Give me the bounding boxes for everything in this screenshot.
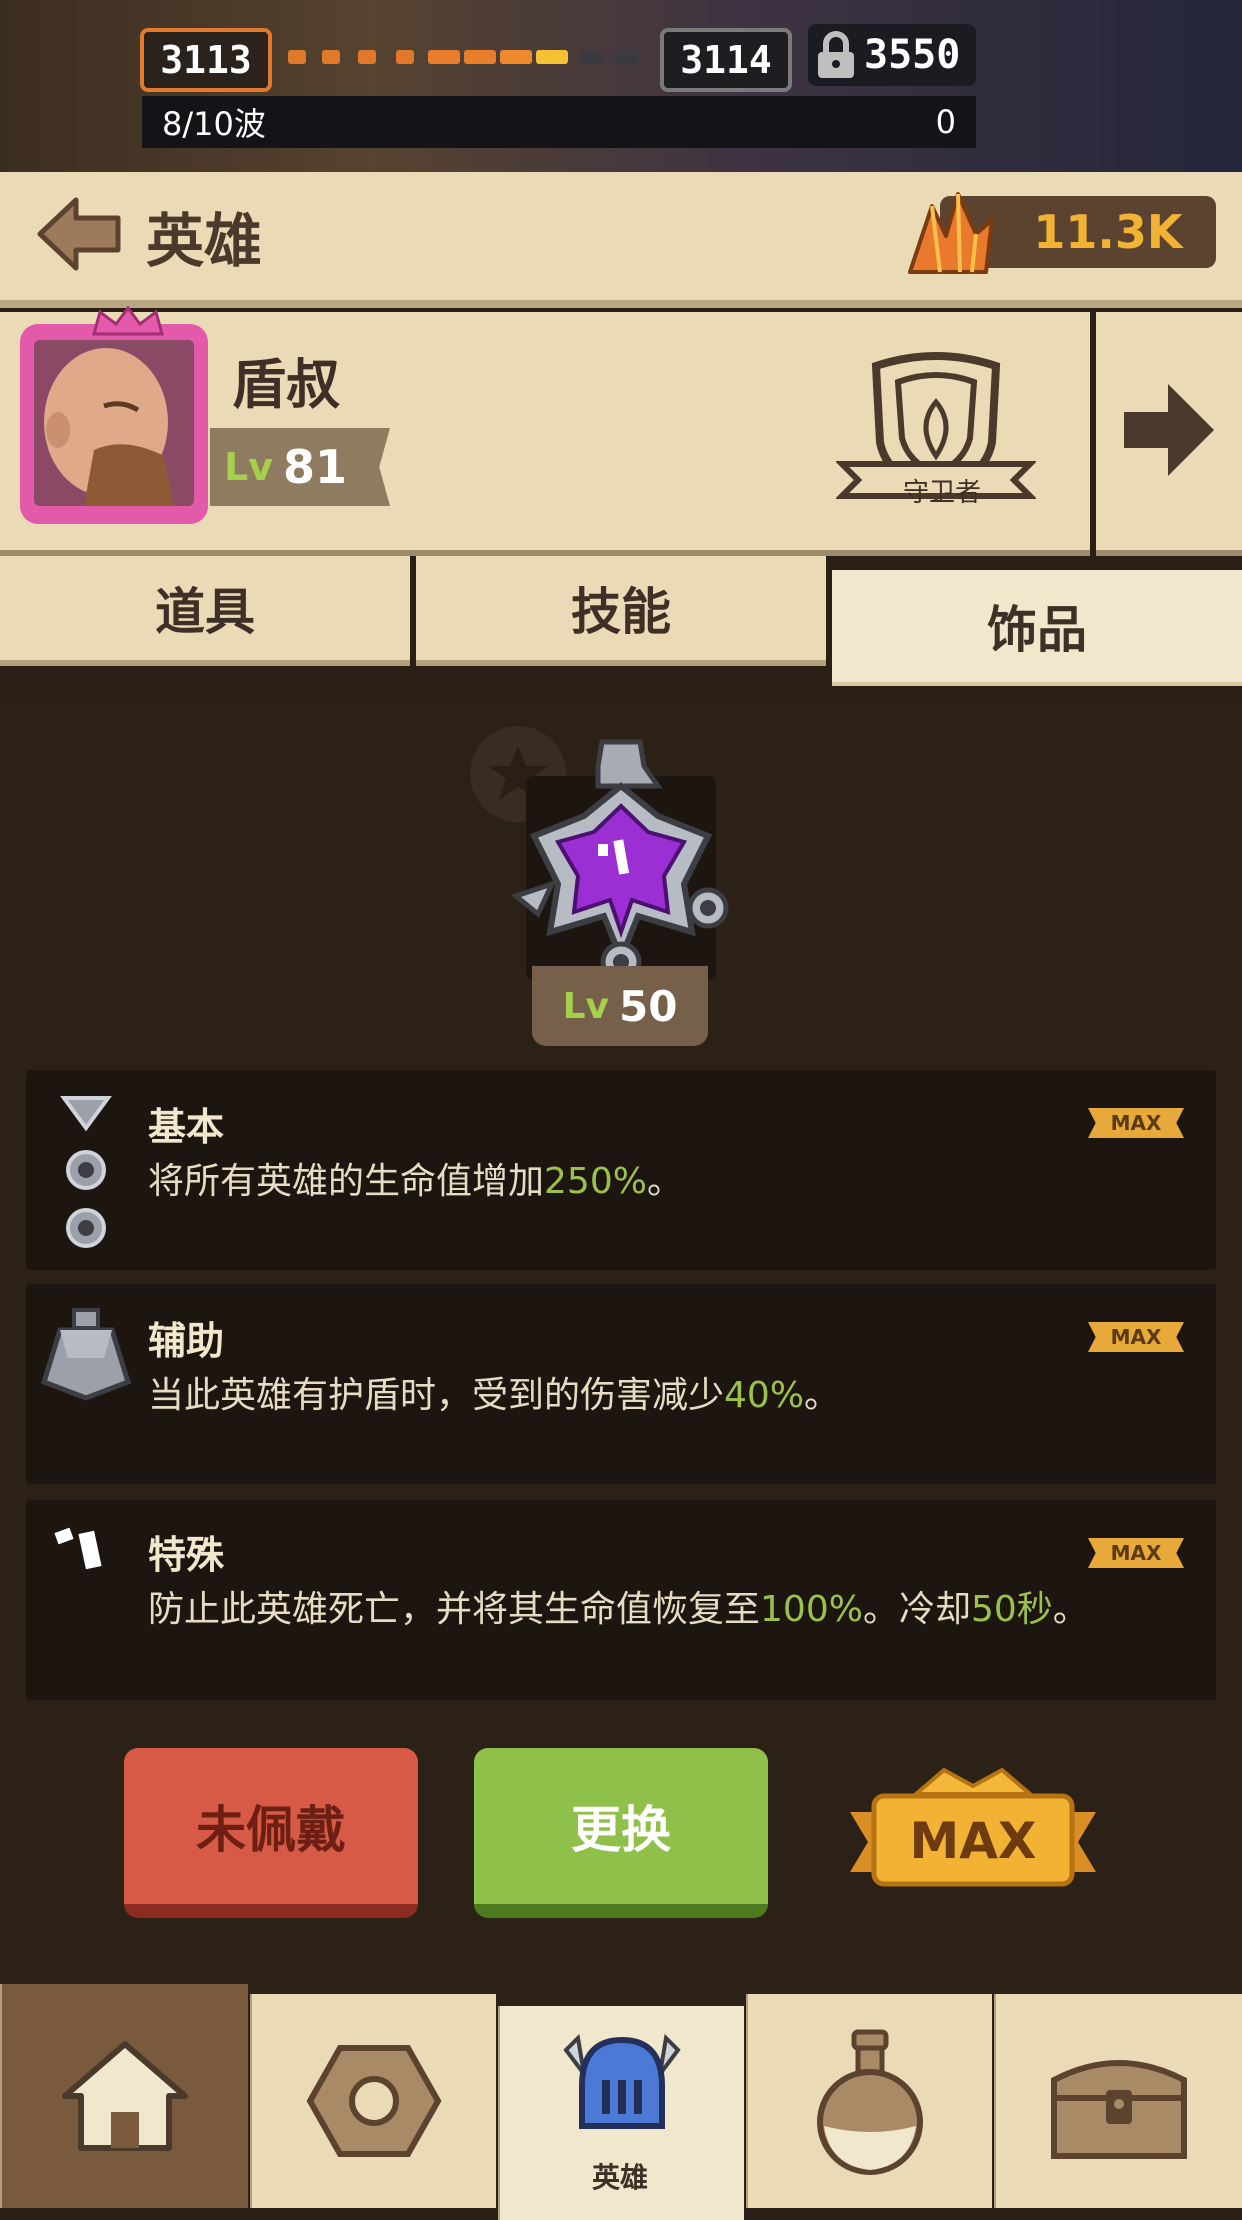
- current-stage: 3113: [140, 28, 272, 92]
- wave-right-value: 0: [935, 103, 956, 141]
- home-icon: [62, 2041, 188, 2151]
- nav-hero-label: 英雄: [591, 2161, 648, 2194]
- max-badge: MAX: [1088, 1538, 1184, 1568]
- hero-name: 盾叔: [232, 353, 340, 416]
- desc-value: 50秒: [970, 1589, 1053, 1630]
- slot-title: 特殊: [148, 1533, 225, 1577]
- max-badge: MAX: [1088, 1322, 1184, 1352]
- nav-home[interactable]: [0, 1984, 248, 2208]
- crystal-currency-icon: [902, 186, 998, 282]
- role-label: 守卫者: [902, 478, 981, 508]
- back-arrow-icon: [37, 197, 121, 271]
- desc-text: 防止此英雄死亡，并将其生命值恢复至: [148, 1589, 761, 1630]
- slot-description: 将所有英雄的生命值增加250%。: [148, 1152, 683, 1204]
- nav-potion[interactable]: [746, 1994, 992, 2208]
- weight-gem-icon: [40, 1306, 132, 1402]
- stage-progress-segment: [464, 50, 496, 64]
- max-badge: MAX: [1088, 1108, 1184, 1138]
- treasure-chest-icon: [1051, 2060, 1187, 2159]
- unequipped-button[interactable]: 未佩戴: [124, 1748, 418, 1918]
- stage-progress-segment: [428, 50, 460, 64]
- basic-socket-icons: [56, 1094, 116, 1254]
- next-stage: 3114: [660, 28, 792, 92]
- desc-value: 250%: [544, 1161, 647, 1202]
- slot-description: 当此英雄有护盾时，受到的伤害减少40%。: [148, 1366, 840, 1418]
- next-arrow-icon: [1124, 384, 1214, 476]
- desc-text: 。: [646, 1161, 683, 1202]
- hero-level: 81: [282, 440, 347, 494]
- desc-text: 。: [804, 1375, 841, 1416]
- tab-items[interactable]: 道具: [0, 556, 410, 666]
- desc-text: 将所有英雄的生命值增加: [148, 1161, 545, 1202]
- wave-info: 8/10波 0: [142, 96, 976, 148]
- stage-progress-segment: [580, 50, 604, 64]
- crown-icon: [90, 305, 166, 336]
- replace-button[interactable]: 更换: [474, 1748, 768, 1918]
- hero-avatar: [34, 340, 194, 506]
- potion-icon: [817, 2029, 923, 2175]
- stage-progress-segment: [288, 50, 306, 64]
- desc-text: 当此英雄有护盾时，受到的伤害减少: [148, 1375, 725, 1416]
- nav-gear[interactable]: [250, 1994, 496, 2208]
- accessory-gem[interactable]: [508, 736, 734, 988]
- hero-level-tag: Lv 81: [210, 428, 390, 506]
- slot-title: 基本: [148, 1105, 225, 1149]
- next-hero-button[interactable]: [1096, 312, 1242, 556]
- desc-text: 。冷却: [862, 1589, 971, 1630]
- max-label: MAX: [909, 1812, 1037, 1870]
- locked-stage-number: 3550: [864, 32, 961, 78]
- stage-progress-segment: [500, 50, 532, 64]
- helmet-icon: [563, 2033, 681, 2129]
- accessory-level: 50: [618, 981, 678, 1031]
- special-rune-icon: [54, 1526, 116, 1572]
- stage-progress-segment: [396, 50, 414, 64]
- accessory-level-tag: Lv 50: [532, 966, 708, 1046]
- wave-counter: 8/10波: [162, 105, 266, 143]
- lock-icon: [818, 31, 854, 78]
- page-title: 英雄: [146, 207, 263, 275]
- nav-chest[interactable]: [994, 1994, 1242, 2208]
- tab-skills[interactable]: 技能: [416, 556, 826, 666]
- back-button[interactable]: [34, 194, 124, 274]
- currency-value: 11.3K: [1033, 205, 1183, 259]
- desc-text: 。: [1052, 1589, 1089, 1630]
- stage-progress-segment: [358, 50, 376, 64]
- desc-value: 100%: [760, 1589, 863, 1630]
- level-prefix: Lv: [224, 445, 273, 489]
- stage-progress-segment: [614, 50, 638, 64]
- purple-gem-icon: [510, 739, 729, 983]
- nut-icon: [306, 2045, 442, 2157]
- stage-progress-segment: [536, 50, 568, 64]
- level-prefix: Lv: [562, 985, 609, 1027]
- stage-progress-segment: [322, 50, 340, 64]
- slot-title: 辅助: [148, 1319, 225, 1363]
- slot-description: 防止此英雄死亡，并将其生命值恢复至100%。冷却50秒。: [148, 1580, 1089, 1632]
- locked-stage: 3550: [808, 24, 976, 86]
- tab-accessories[interactable]: 饰品: [832, 570, 1242, 686]
- desc-value: 40%: [724, 1375, 805, 1416]
